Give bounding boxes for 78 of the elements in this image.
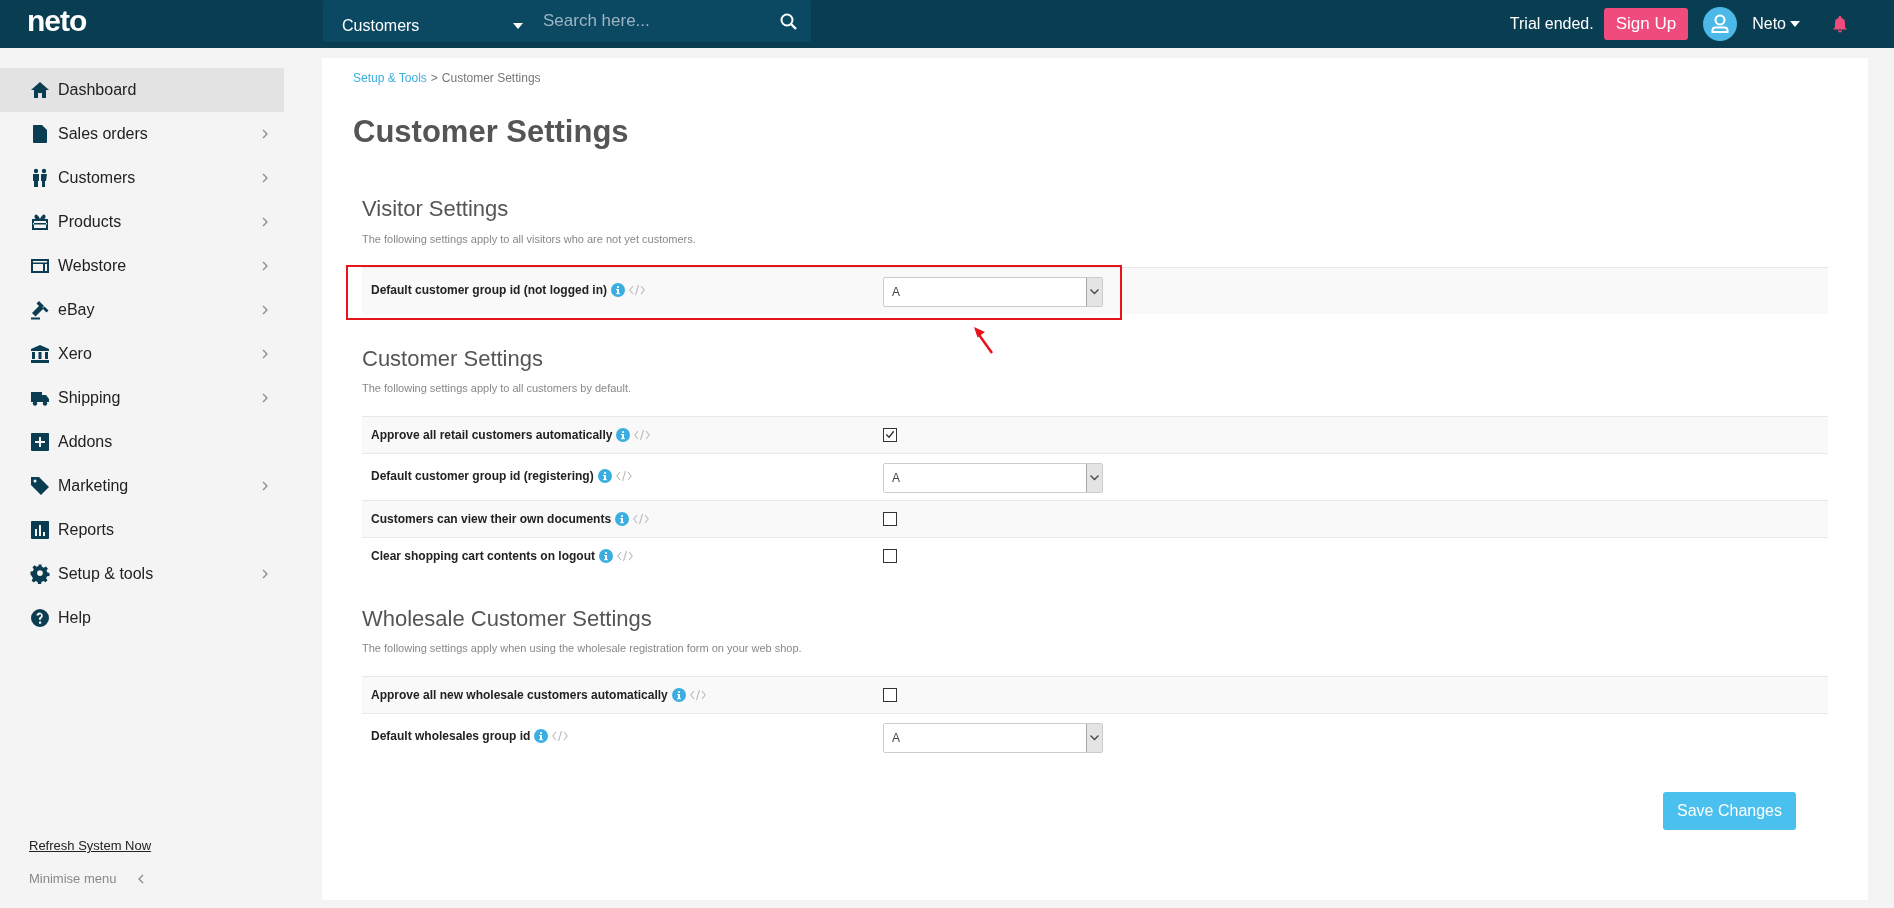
trial-status-text: Trial ended. — [1509, 15, 1594, 33]
code-icon[interactable] — [634, 428, 651, 441]
setting-checkbox[interactable] — [883, 548, 897, 563]
bank-icon — [30, 344, 50, 364]
sign-up-button[interactable]: Sign Up — [1603, 8, 1689, 40]
setting-label: Approve all new wholesale customers automatically — [371, 688, 668, 703]
sidebar-item[interactable]: Help — [0, 596, 284, 640]
search-icon[interactable] — [780, 12, 797, 30]
setting-label: Default wholesales group id — [371, 729, 531, 744]
group-select[interactable]: A — [883, 723, 1103, 754]
code-icon[interactable] — [552, 730, 569, 743]
user-menu-button[interactable]: Neto — [1752, 15, 1800, 33]
section-description: The following settings apply to all customers by default. — [362, 381, 633, 394]
people-icon — [30, 168, 50, 188]
sidebar-item[interactable]: Sales orders — [0, 112, 284, 156]
help-icon — [30, 608, 50, 628]
neto-logo[interactable]: neto — [27, 6, 323, 36]
section-heading: Customer Settings — [362, 345, 544, 372]
chevron-down-icon — [1090, 288, 1099, 295]
chevron-down-icon — [1090, 735, 1099, 742]
group-select[interactable]: A — [883, 462, 1103, 493]
document-icon — [30, 124, 50, 144]
info-icon[interactable] — [597, 468, 612, 483]
info-icon[interactable] — [599, 548, 613, 563]
code-icon[interactable] — [689, 689, 706, 702]
section-heading: Wholesale Customer Settings — [362, 605, 653, 633]
sidebar-item[interactable]: Addons — [0, 420, 284, 464]
setting-label: Default customer group id (registering) — [371, 468, 594, 483]
sidebar-item[interactable]: Dashboard — [0, 68, 284, 112]
pointer-arrow — [972, 325, 996, 356]
chevron-left-icon — [138, 873, 145, 884]
setting-checkbox[interactable] — [883, 688, 897, 703]
sidebar-item[interactable]: Marketing — [0, 464, 284, 508]
refresh-system-link[interactable]: Refresh System Now — [29, 838, 152, 853]
code-icon[interactable] — [617, 549, 633, 562]
sidebar-item[interactable]: Customers — [0, 156, 284, 200]
section-description: The following settings apply to all visitors who are not yet customers. — [362, 232, 697, 245]
sidebar-item[interactable]: Reports — [0, 508, 284, 552]
bell-icon[interactable] — [1832, 15, 1848, 33]
info-icon[interactable] — [534, 729, 549, 744]
gift-box-icon — [30, 212, 50, 232]
code-icon[interactable] — [633, 512, 650, 525]
setting-label: Customers can view their own documents — [371, 511, 612, 526]
tag-icon — [30, 476, 50, 496]
gear-icon — [30, 564, 50, 584]
section-description: The following settings apply when using the wholesale registration form on your web shop. — [362, 642, 803, 655]
page-title: Customer Settings — [353, 113, 630, 151]
chevron-down-icon — [1090, 474, 1099, 481]
gavel-icon — [30, 300, 50, 320]
breadcrumb-current: Customer Settings — [441, 71, 541, 85]
setting-label: Approve all retail customers automatically — [371, 427, 613, 442]
home-icon — [30, 80, 50, 100]
setting-checkbox[interactable] — [883, 427, 897, 442]
setting-checkbox[interactable] — [883, 511, 897, 526]
caret-icon — [513, 23, 523, 29]
code-icon[interactable] — [615, 469, 632, 482]
info-icon[interactable] — [611, 282, 625, 297]
search-category-dropdown[interactable]: Customers — [323, 7, 535, 35]
sidebar-item[interactable]: Xero — [0, 332, 284, 376]
setting-label: Clear shopping cart contents on logout — [371, 548, 595, 563]
bar-chart-icon — [30, 520, 50, 540]
info-icon[interactable] — [615, 511, 630, 526]
section-heading: Visitor Settings — [362, 196, 510, 223]
code-icon[interactable] — [629, 283, 645, 296]
sidebar-item[interactable]: Setup & tools — [0, 552, 284, 596]
info-icon[interactable] — [671, 688, 686, 703]
search-field[interactable]: Search here... — [535, 11, 780, 31]
caret-icon — [1790, 21, 1800, 27]
sidebar-item[interactable]: Shipping — [0, 376, 284, 420]
setting-label: Default customer group id (not logged in) — [371, 282, 607, 297]
group-select[interactable]: A — [883, 276, 1103, 307]
sidebar-item[interactable]: eBay — [0, 288, 284, 332]
user-avatar-icon[interactable] — [1703, 7, 1738, 41]
browser-window-icon — [30, 256, 50, 276]
sidebar-item[interactable]: Products — [0, 200, 284, 244]
info-icon[interactable] — [616, 427, 631, 442]
sidebar-item[interactable]: Webstore — [0, 244, 284, 288]
breadcrumb-separator: > — [430, 71, 438, 85]
